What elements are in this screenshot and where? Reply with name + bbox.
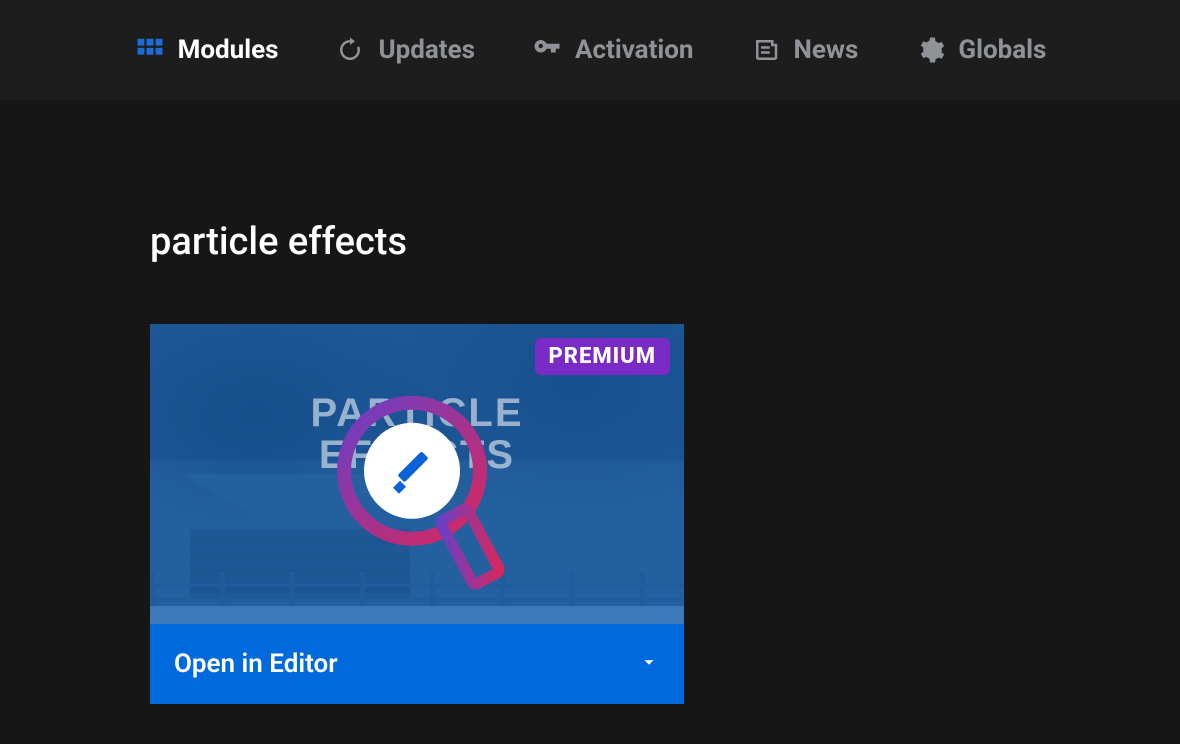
nav-label: Globals — [958, 35, 1046, 65]
update-icon — [334, 34, 366, 66]
open-in-editor-label: Open in Editor — [174, 649, 338, 679]
nav-tab-updates[interactable]: Updates — [334, 34, 475, 66]
caret-down-icon — [638, 651, 660, 677]
nav-label: News — [794, 35, 859, 65]
nav-tab-modules[interactable]: Modules — [134, 34, 279, 66]
nav-label: Updates — [378, 35, 475, 65]
nav-label: Modules — [178, 35, 279, 65]
nav-tab-news[interactable]: News — [750, 34, 859, 66]
content-area: particle effects PARTICLE EFFECTS PREMIU… — [0, 100, 1180, 704]
key-icon — [531, 34, 563, 66]
nav-label: Activation — [575, 35, 694, 65]
nav-tab-activation[interactable]: Activation — [531, 34, 694, 66]
open-in-editor-button[interactable]: Open in Editor — [150, 624, 684, 704]
premium-badge: PREMIUM — [535, 338, 670, 375]
watermark-line: PARTICLE — [150, 392, 684, 434]
gear-icon — [914, 34, 946, 66]
news-icon — [750, 34, 782, 66]
grid-icon — [134, 34, 166, 66]
watermark-line: EFFECTS — [150, 434, 684, 476]
module-thumbnail[interactable]: PARTICLE EFFECTS PREMIUM — [150, 324, 684, 624]
nav-tab-globals[interactable]: Globals — [914, 34, 1046, 66]
thumbnail-watermark: PARTICLE EFFECTS — [150, 392, 684, 476]
module-card-particle-effects[interactable]: PARTICLE EFFECTS PREMIUM — [150, 324, 684, 704]
top-nav: Modules Updates Activation News Globals — [0, 0, 1180, 100]
section-title: particle effects — [150, 220, 1180, 264]
